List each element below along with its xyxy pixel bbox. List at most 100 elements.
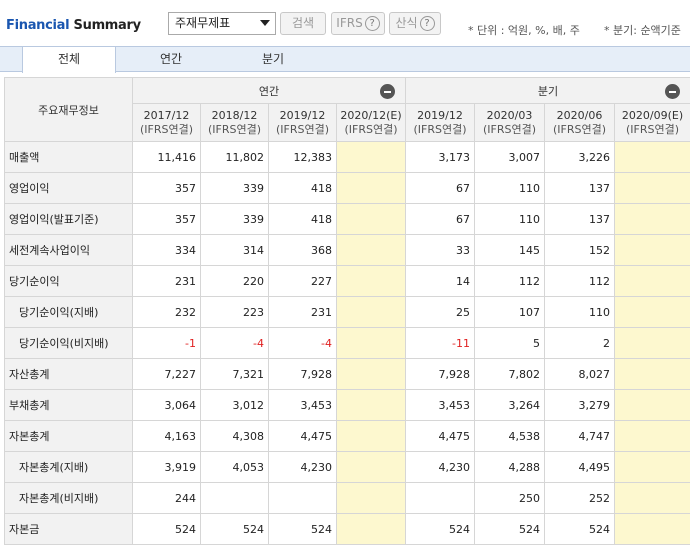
table-cell: 357: [132, 172, 201, 204]
table-cell: 67: [405, 203, 475, 235]
table-cell: 3,226: [544, 141, 615, 173]
table-cell: -4: [268, 327, 337, 359]
column-period: 2018/12: [211, 108, 258, 122]
table-cell: 4,538: [474, 420, 545, 452]
row-label: 영업이익(발표기준): [4, 203, 133, 235]
row-label: 자본총계(비지배): [4, 482, 133, 514]
row-label: 자본총계: [4, 420, 133, 452]
table-row: 매출액 11,416 11,802 12,383 3,173 3,007 3,226: [4, 141, 690, 173]
formula-help-button[interactable]: 산식?: [389, 12, 441, 35]
table-row: 자본총계(지배) 3,919 4,053 4,230 4,230 4,288 4,495: [4, 451, 690, 483]
quarter-group-label: 분기: [537, 84, 559, 98]
period-tabs: 전체 연간 분기: [0, 46, 690, 73]
row-label: 당기순이익(비지배): [4, 327, 133, 359]
quarter-group-header: 분기: [405, 77, 690, 104]
table-cell: [614, 513, 690, 545]
table-cell: 220: [200, 265, 269, 297]
column-basis: (IFRS연결): [344, 122, 398, 136]
table-row: 부채총계 3,064 3,012 3,453 3,453 3,264 3,279: [4, 389, 690, 421]
table-cell: 3,173: [405, 141, 475, 173]
table-cell: 524: [405, 513, 475, 545]
table-cell: 33: [405, 234, 475, 266]
page-title: Financial Summary: [6, 18, 141, 33]
table-cell: 110: [474, 172, 545, 204]
table-cell: [614, 420, 690, 452]
table-cell: 7,802: [474, 358, 545, 390]
table-cell: 524: [544, 513, 615, 545]
table-cell: 4,495: [544, 451, 615, 483]
table-row: 세전계속사업이익 334 314 368 33 145 152: [4, 234, 690, 266]
table-cell: [336, 265, 406, 297]
table-cell: 418: [268, 172, 337, 204]
table-cell: 231: [268, 296, 337, 328]
unit-note: * 단위 : 억원, %, 배, 주: [468, 24, 580, 37]
table-cell: [405, 482, 475, 514]
formula-label: 산식: [395, 16, 418, 30]
table-cell: [614, 172, 690, 204]
column-basis: (IFRS연결): [625, 122, 680, 136]
column-period: 2020/03: [486, 108, 533, 122]
table-cell: 232: [132, 296, 201, 328]
column-basis: (IFRS연결): [139, 122, 194, 136]
table-cell: 25: [405, 296, 475, 328]
annual-group-label: 연간: [258, 84, 280, 98]
row-label: 세전계속사업이익: [4, 234, 133, 266]
table-cell: 524: [132, 513, 201, 545]
table-cell: 231: [132, 265, 201, 297]
column-period: 2020/06: [556, 108, 603, 122]
table-cell: -4: [200, 327, 269, 359]
statement-type-select[interactable]: 주재무제표: [168, 12, 276, 35]
column-basis: (IFRS연결): [207, 122, 262, 136]
column-header: 2020/09(E) (IFRS연결): [614, 103, 690, 142]
ifrs-label: IFRS: [336, 16, 363, 30]
table-row: 당기순이익 231 220 227 14 112 112: [4, 265, 690, 297]
table-cell: 145: [474, 234, 545, 266]
tab-quarter[interactable]: 분기: [226, 47, 320, 73]
table-cell: 4,053: [200, 451, 269, 483]
table-cell: 4,163: [132, 420, 201, 452]
table-cell: 357: [132, 203, 201, 235]
table-cell: 3,453: [268, 389, 337, 421]
question-icon: ?: [419, 16, 435, 31]
collapse-minus-icon[interactable]: [665, 84, 680, 99]
table-cell: 2: [544, 327, 615, 359]
column-header: 2018/12 (IFRS연결): [200, 103, 269, 142]
table-cell: [336, 513, 406, 545]
table-cell: 223: [200, 296, 269, 328]
table-cell: 314: [200, 234, 269, 266]
collapse-minus-icon[interactable]: [380, 84, 395, 99]
table-row: 영업이익(발표기준) 357 339 418 67 110 137: [4, 203, 690, 235]
table-cell: 112: [544, 265, 615, 297]
period-basis-note: * 분기: 순액기준: [604, 24, 681, 37]
column-header: 2019/12 (IFRS연결): [405, 103, 475, 142]
table-cell: [614, 234, 690, 266]
table-cell: [614, 203, 690, 235]
table-cell: 368: [268, 234, 337, 266]
table-cell: 11,802: [200, 141, 269, 173]
column-period: 2020/12(E): [340, 108, 402, 122]
table-cell: [336, 482, 406, 514]
table-row: 자본금 524 524 524 524 524 524: [4, 513, 690, 545]
question-icon: ?: [364, 16, 380, 31]
table-row: 당기순이익(지배) 232 223 231 25 107 110: [4, 296, 690, 328]
tab-all[interactable]: 전체: [22, 47, 116, 73]
table-row: 자본총계(비지배) 244 250 252: [4, 482, 690, 514]
table-cell: 339: [200, 172, 269, 204]
table-cell: 112: [474, 265, 545, 297]
financial-summary-table: 주요재무정보 연간 분기 2017/12 (IFRS연결) 2018/12 (IFRS…: [4, 77, 690, 545]
table-body: 매출액 11,416 11,802 12,383 3,173 3,007 3,226 영업이익…: [4, 141, 690, 545]
table-cell: 252: [544, 482, 615, 514]
row-label: 부채총계: [4, 389, 133, 421]
annual-group-header: 연간: [132, 77, 406, 104]
column-basis: (IFRS연결): [275, 122, 330, 136]
search-button[interactable]: 검색: [280, 12, 326, 35]
tab-annual[interactable]: 연간: [124, 47, 218, 73]
table-cell: 4,230: [268, 451, 337, 483]
column-basis: (IFRS연결): [552, 122, 607, 136]
ifrs-help-button[interactable]: IFRS?: [331, 12, 385, 35]
table-cell: 110: [474, 203, 545, 235]
table-cell: [336, 203, 406, 235]
table-cell: 4,230: [405, 451, 475, 483]
column-header: 2020/06 (IFRS연결): [544, 103, 615, 142]
table-cell: 7,928: [268, 358, 337, 390]
